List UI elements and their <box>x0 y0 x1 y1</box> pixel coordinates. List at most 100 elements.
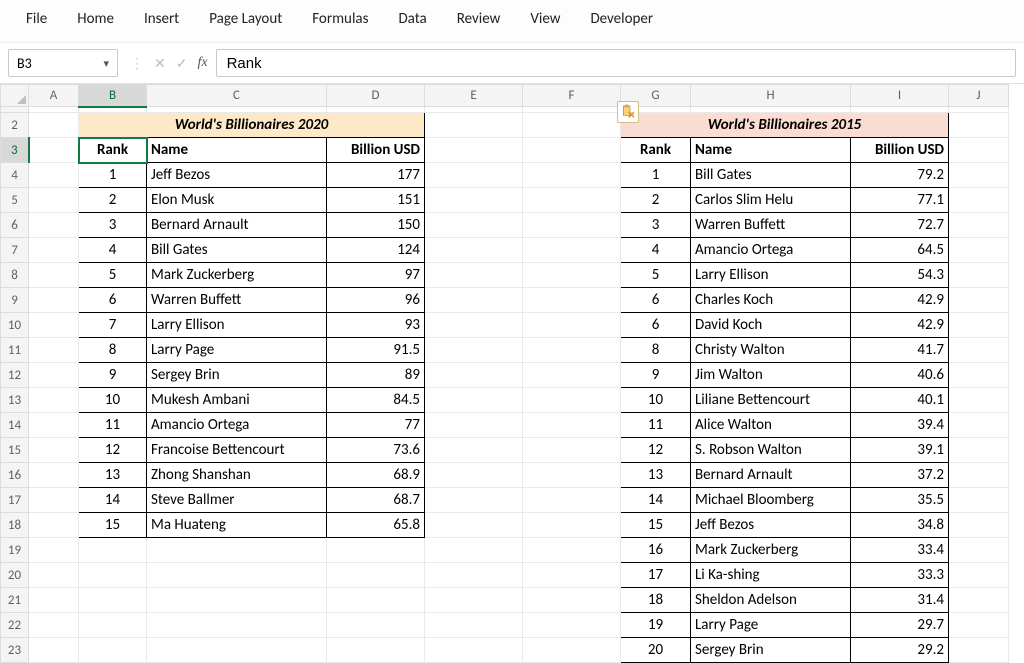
cell-C18[interactable]: Ma Huateng <box>147 513 327 538</box>
cell-F15[interactable] <box>523 438 621 463</box>
cell-C21[interactable] <box>147 588 327 613</box>
row-header-10[interactable]: 10 <box>1 313 29 338</box>
cell-D11[interactable]: 91.5 <box>327 338 425 363</box>
cell-A18[interactable] <box>29 513 79 538</box>
cell-J3[interactable] <box>949 138 1009 163</box>
col-header-H[interactable]: H <box>691 85 851 107</box>
cell-C8[interactable]: Mark Zuckerberg <box>147 263 327 288</box>
cell-C6[interactable]: Bernard Arnault <box>147 213 327 238</box>
cell-B4[interactable]: 1 <box>79 163 147 188</box>
cell-J12[interactable] <box>949 363 1009 388</box>
cell-D21[interactable] <box>327 588 425 613</box>
cell-F22[interactable] <box>523 613 621 638</box>
cell-J22[interactable] <box>949 613 1009 638</box>
cell-A2[interactable] <box>29 113 79 138</box>
cell-A7[interactable] <box>29 238 79 263</box>
cell-J19[interactable] <box>949 538 1009 563</box>
cell-A12[interactable] <box>29 363 79 388</box>
cell-D14[interactable]: 77 <box>327 413 425 438</box>
cell-D22[interactable] <box>327 613 425 638</box>
cell-E15[interactable] <box>425 438 523 463</box>
cell-I12[interactable]: 40.6 <box>851 363 949 388</box>
cell-G4[interactable]: 1 <box>621 163 691 188</box>
row-header-22[interactable]: 22 <box>1 613 29 638</box>
cell-D23[interactable] <box>327 638 425 663</box>
cell-B14[interactable]: 11 <box>79 413 147 438</box>
cell-H23[interactable]: Sergey Brin <box>691 638 851 663</box>
cell-F3[interactable] <box>523 138 621 163</box>
cell-D7[interactable]: 124 <box>327 238 425 263</box>
cell-I8[interactable]: 54.3 <box>851 263 949 288</box>
cell-D8[interactable]: 97 <box>327 263 425 288</box>
col-header-I[interactable]: I <box>851 85 949 107</box>
cell-I21[interactable]: 31.4 <box>851 588 949 613</box>
cell-E3[interactable] <box>425 138 523 163</box>
menu-developer[interactable]: Developer <box>576 4 667 34</box>
cell-D13[interactable]: 84.5 <box>327 388 425 413</box>
cell-F6[interactable] <box>523 213 621 238</box>
menu-review[interactable]: Review <box>443 4 515 34</box>
cell-I4[interactable]: 79.2 <box>851 163 949 188</box>
cell-F13[interactable] <box>523 388 621 413</box>
col-header-F[interactable]: F <box>523 85 621 107</box>
cell-G11[interactable]: 8 <box>621 338 691 363</box>
cell-F10[interactable] <box>523 313 621 338</box>
cell-H17[interactable]: Michael Bloomberg <box>691 488 851 513</box>
row-header-18[interactable]: 18 <box>1 513 29 538</box>
cell-F23[interactable] <box>523 638 621 663</box>
cell-C19[interactable] <box>147 538 327 563</box>
menu-view[interactable]: View <box>516 4 574 34</box>
cancel-icon[interactable]: ✕ <box>154 55 166 72</box>
col-header-J[interactable]: J <box>949 85 1009 107</box>
cell-E19[interactable] <box>425 538 523 563</box>
cell-G9[interactable]: 6 <box>621 288 691 313</box>
cell-B10[interactable]: 7 <box>79 313 147 338</box>
col-header-D[interactable]: D <box>327 85 425 107</box>
cell-H4[interactable]: Bill Gates <box>691 163 851 188</box>
formula-input[interactable] <box>216 49 1016 77</box>
cell-D17[interactable]: 68.7 <box>327 488 425 513</box>
cell-J23[interactable] <box>949 638 1009 663</box>
row-header-13[interactable]: 13 <box>1 388 29 413</box>
cell-G7[interactable]: 4 <box>621 238 691 263</box>
cell-F20[interactable] <box>523 563 621 588</box>
cell-H21[interactable]: Sheldon Adelson <box>691 588 851 613</box>
row-header-23[interactable]: 23 <box>1 638 29 663</box>
cell-G14[interactable]: 11 <box>621 413 691 438</box>
cell-E23[interactable] <box>425 638 523 663</box>
cell-A8[interactable] <box>29 263 79 288</box>
cell-G22[interactable]: 19 <box>621 613 691 638</box>
cell-A14[interactable] <box>29 413 79 438</box>
col-header-E[interactable]: E <box>425 85 523 107</box>
cell-J4[interactable] <box>949 163 1009 188</box>
cell-D10[interactable]: 93 <box>327 313 425 338</box>
cell-J9[interactable] <box>949 288 1009 313</box>
cell-D5[interactable]: 151 <box>327 188 425 213</box>
cell-I7[interactable]: 64.5 <box>851 238 949 263</box>
cell-J14[interactable] <box>949 413 1009 438</box>
cell-E9[interactable] <box>425 288 523 313</box>
cell-G19[interactable]: 16 <box>621 538 691 563</box>
cell-J17[interactable] <box>949 488 1009 513</box>
row-header-7[interactable]: 7 <box>1 238 29 263</box>
cell-A9[interactable] <box>29 288 79 313</box>
cell-D12[interactable]: 89 <box>327 363 425 388</box>
cell-B16[interactable]: 13 <box>79 463 147 488</box>
cell-C4[interactable]: Jeff Bezos <box>147 163 327 188</box>
cell-E22[interactable] <box>425 613 523 638</box>
cell-B22[interactable] <box>79 613 147 638</box>
cell-A13[interactable] <box>29 388 79 413</box>
cell-A22[interactable] <box>29 613 79 638</box>
cell-C23[interactable] <box>147 638 327 663</box>
cell-E20[interactable] <box>425 563 523 588</box>
cell-C16[interactable]: Zhong Shanshan <box>147 463 327 488</box>
cell-E12[interactable] <box>425 363 523 388</box>
fx-icon[interactable]: fx <box>197 55 207 71</box>
cell-I10[interactable]: 42.9 <box>851 313 949 338</box>
cell-E21[interactable] <box>425 588 523 613</box>
cell-H10[interactable]: David Koch <box>691 313 851 338</box>
cell-I17[interactable]: 35.5 <box>851 488 949 513</box>
cell-B13[interactable]: 10 <box>79 388 147 413</box>
cell-A20[interactable] <box>29 563 79 588</box>
cell-J18[interactable] <box>949 513 1009 538</box>
